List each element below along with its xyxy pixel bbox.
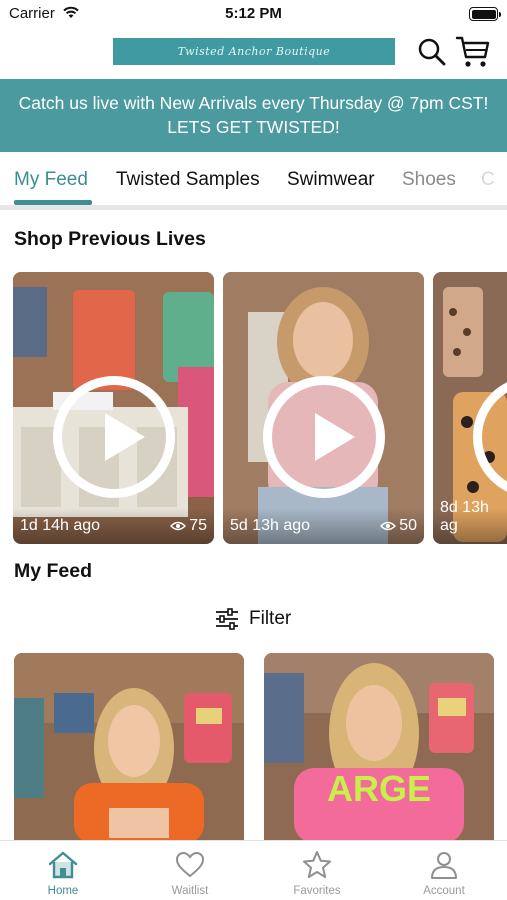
category-tabs: My Feed Twisted Samples Swimwear Shoes C xyxy=(0,152,507,209)
play-icon[interactable] xyxy=(262,376,385,498)
nav-account[interactable]: Account xyxy=(381,841,507,900)
live-video-card[interactable]: 8d 13h ag xyxy=(433,272,507,544)
nav-label: Account xyxy=(423,885,465,897)
logo-text: Twisted Anchor Boutique xyxy=(177,45,331,58)
tab-my-feed[interactable]: My Feed xyxy=(14,169,88,191)
sliders-icon xyxy=(216,608,238,630)
tab-shoes[interactable]: Shoes xyxy=(402,169,456,191)
eye-icon xyxy=(170,521,187,531)
status-bar: Carrier 5:12 PM xyxy=(0,0,507,28)
bottom-navigation: Home Waitlist Favorites Account xyxy=(0,840,507,900)
live-age: 8d 13h ag xyxy=(440,499,489,534)
nav-waitlist[interactable]: Waitlist xyxy=(127,841,253,900)
feed-post-card[interactable] xyxy=(14,653,244,843)
svg-text:ARGE: ARGE xyxy=(327,768,431,809)
nav-label: Home xyxy=(47,885,79,897)
announcement-banner[interactable]: Catch us live with New Arrivals every Th… xyxy=(0,79,507,152)
feed-title: My Feed xyxy=(14,560,93,582)
feed-post-card[interactable]: ARGE xyxy=(264,653,494,843)
live-views: 75 xyxy=(170,517,207,535)
home-icon xyxy=(48,851,78,879)
battery-icon xyxy=(469,7,501,21)
eye-icon xyxy=(380,521,397,531)
live-views: 50 xyxy=(380,517,417,535)
filter-button[interactable]: Filter xyxy=(215,605,291,633)
nav-home[interactable]: Home xyxy=(0,841,126,900)
clock: 5:12 PM xyxy=(225,5,282,22)
cart-icon[interactable] xyxy=(455,35,491,69)
tab-partial[interactable]: C xyxy=(481,169,495,191)
previous-lives-title: Shop Previous Lives xyxy=(14,228,206,250)
heart-icon xyxy=(175,851,205,878)
tab-twisted-samples[interactable]: Twisted Samples xyxy=(116,169,260,191)
banner-line-1: Catch us live with New Arrivals every Th… xyxy=(18,93,489,113)
search-icon[interactable] xyxy=(416,36,448,68)
tabs-divider xyxy=(0,205,507,210)
live-video-card[interactable]: 5d 13h ago 50 xyxy=(223,272,424,544)
nav-label: Waitlist xyxy=(171,885,209,897)
nav-label: Favorites xyxy=(293,885,341,897)
filter-label: Filter xyxy=(249,608,292,629)
star-icon xyxy=(303,851,331,878)
brand-logo[interactable]: Twisted Anchor Boutique xyxy=(113,38,395,65)
live-video-card[interactable]: 1d 14h ago 75 xyxy=(13,272,214,544)
person-icon xyxy=(431,852,457,879)
nav-favorites[interactable]: Favorites xyxy=(254,841,380,900)
feed-post-image: ARGE xyxy=(264,653,494,843)
views-count: 50 xyxy=(399,517,417,534)
banner-line-2: LETS GET TWISTED! xyxy=(167,117,340,137)
feed-post-image xyxy=(14,653,244,843)
views-count: 75 xyxy=(189,517,207,534)
live-age: 1d 14h ago xyxy=(20,517,101,534)
tab-swimwear[interactable]: Swimwear xyxy=(287,169,375,191)
play-icon[interactable] xyxy=(52,376,175,498)
live-age: 5d 13h ago xyxy=(230,517,311,534)
